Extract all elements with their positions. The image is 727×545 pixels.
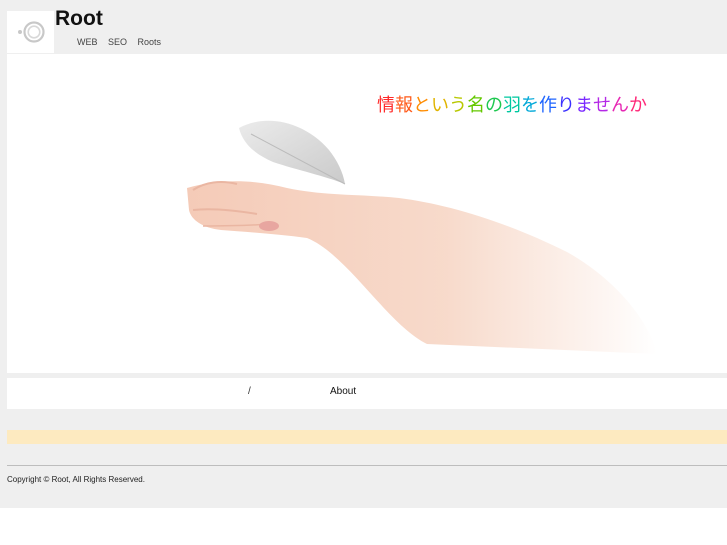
feather-shape xyxy=(239,120,345,184)
headline-char: 情 xyxy=(377,95,395,115)
headline-char: ま xyxy=(575,95,593,115)
headline-char: と xyxy=(413,95,431,115)
notice-bar xyxy=(7,430,727,444)
copyright-text: Copyright © Root, All Rights Reserved. xyxy=(7,475,145,484)
main-nav: / About xyxy=(7,378,727,409)
headline-char: ん xyxy=(611,95,629,115)
headline-char: を xyxy=(521,95,539,115)
hero-headline: 情報という名の羽を作りませんか xyxy=(377,91,647,117)
nav-about-link[interactable]: About xyxy=(330,386,356,397)
headline-char: か xyxy=(629,95,647,115)
nav-separator: / xyxy=(248,386,251,397)
headline-char: う xyxy=(449,95,467,115)
hero-banner: 情報という名の羽を作りませんか xyxy=(7,54,727,373)
headline-char: り xyxy=(557,95,575,115)
headline-char: 報 xyxy=(395,95,413,115)
headline-char: 羽 xyxy=(503,95,521,115)
headline-char: い xyxy=(431,95,449,115)
headline-char: 作 xyxy=(539,95,557,115)
logo-ring-icon xyxy=(18,21,45,43)
headline-char: 名 xyxy=(467,95,485,115)
headline-char: せ xyxy=(593,95,611,115)
site-logo[interactable] xyxy=(7,11,54,53)
site-title[interactable]: Root xyxy=(55,7,103,31)
footer-divider xyxy=(7,465,727,466)
arm-shape xyxy=(187,181,657,354)
site-tagline: WEB SEO Roots xyxy=(77,37,162,47)
headline-char: の xyxy=(485,95,503,115)
